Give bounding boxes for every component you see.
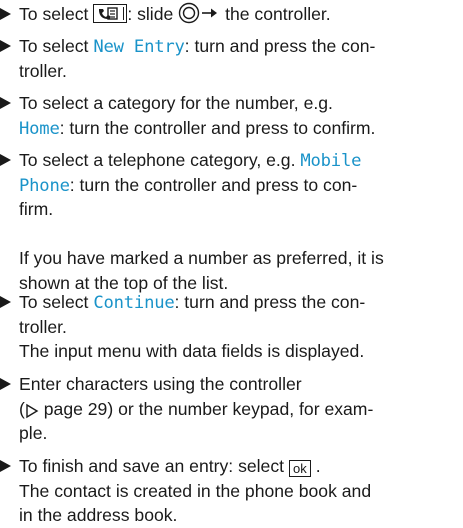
menu-item-reference: Phone [19, 175, 70, 196]
text-line: To finish and save an entry: select ok . [19, 454, 462, 479]
text-run: page 29) or the number keypad, for exam- [38, 398, 374, 419]
bullet-arrow-icon [0, 154, 11, 166]
text-line: firm. [19, 197, 462, 222]
instruction-page: To select : slide the controller. To sel… [0, 0, 463, 525]
text-line: in the address book. [19, 503, 462, 528]
text-run: in the address book. [19, 505, 178, 526]
text-line: To select New Entry: turn and press the … [19, 34, 462, 59]
bullet-arrow-icon [0, 296, 11, 308]
text-run: To select a category for the number, e.g… [19, 93, 333, 113]
bullet-arrow-icon [0, 460, 11, 472]
text-run: To select [19, 4, 94, 24]
text-run: ple. [19, 423, 48, 444]
step-text: To finish and save an entry: select ok .… [19, 454, 462, 528]
menu-item-reference: Continue [93, 293, 175, 313]
text-run: : turn the controller and press to con- [69, 174, 358, 195]
bullet-arrow-icon [0, 40, 11, 52]
text-line: ( page 29) or the number keypad, for exa… [19, 397, 462, 422]
text-run: firm. [19, 199, 54, 220]
menu-item-reference: New Entry [93, 37, 185, 57]
text-run: troller. [19, 316, 67, 337]
text-line: Phone: turn the controller and press to … [19, 173, 462, 198]
text-run: : turn and press the con- [174, 292, 366, 312]
bullet-arrow-icon [0, 97, 11, 109]
text-run: the controller. [220, 4, 331, 24]
text-line: The input menu with data fields is displ… [19, 339, 462, 364]
text-run: The contact is created in the phone book… [19, 480, 372, 501]
controller-slide-icon [178, 2, 218, 24]
text-line: The contact is created in the phone book… [19, 479, 462, 504]
menu-item-reference: Home [19, 118, 60, 139]
page-ref-icon [26, 403, 39, 418]
phonebook-key-icon [93, 4, 128, 23]
text-run: To finish and save an entry: select [19, 456, 289, 476]
text-line: To select Continue: turn and press the c… [19, 290, 462, 315]
text-line: To select a telephone category, e.g. Mob… [19, 148, 462, 173]
text-run: To select a telephone category, e.g. [19, 150, 301, 170]
text-run: : turn the controller and press to confi… [59, 117, 376, 138]
text-line [19, 222, 462, 247]
text-run: . [310, 456, 321, 476]
bullet-arrow-icon [0, 378, 11, 390]
text-line: ple. [19, 421, 462, 446]
text-run: Enter characters using the controller [19, 374, 302, 394]
step-text: To select a category for the number, e.g… [19, 91, 462, 140]
step-text: To select a telephone category, e.g. Mob… [19, 148, 462, 296]
text-run: The input menu with data fields is displ… [19, 341, 365, 362]
text-line: If you have marked a number as preferred… [19, 246, 462, 271]
menu-item-reference: Mobile [300, 151, 362, 171]
text-run: To select [19, 292, 94, 312]
text-line: troller. [19, 315, 462, 340]
step-text: To select Continue: turn and press the c… [19, 290, 462, 364]
text-run: To select [19, 36, 94, 56]
text-line: To select : slide the controller. [19, 2, 462, 27]
step-text: Enter characters using the controller ( p… [19, 372, 462, 446]
text-run: If you have marked a number as preferred… [19, 248, 384, 269]
text-run: : slide [127, 4, 179, 24]
text-line: Enter characters using the controller [19, 372, 462, 397]
text-run: : turn and press the con- [184, 36, 376, 56]
text-line: troller. [19, 59, 462, 84]
bullet-arrow-icon [0, 8, 11, 20]
step-text: To select New Entry: turn and press the … [19, 34, 462, 83]
text-line: Home: turn the controller and press to c… [19, 116, 462, 141]
text-run: troller. [19, 60, 67, 81]
ok-key-icon: ok [288, 460, 311, 477]
step-text: To select : slide the controller. [19, 2, 462, 27]
text-line: To select a category for the number, e.g… [19, 91, 462, 116]
